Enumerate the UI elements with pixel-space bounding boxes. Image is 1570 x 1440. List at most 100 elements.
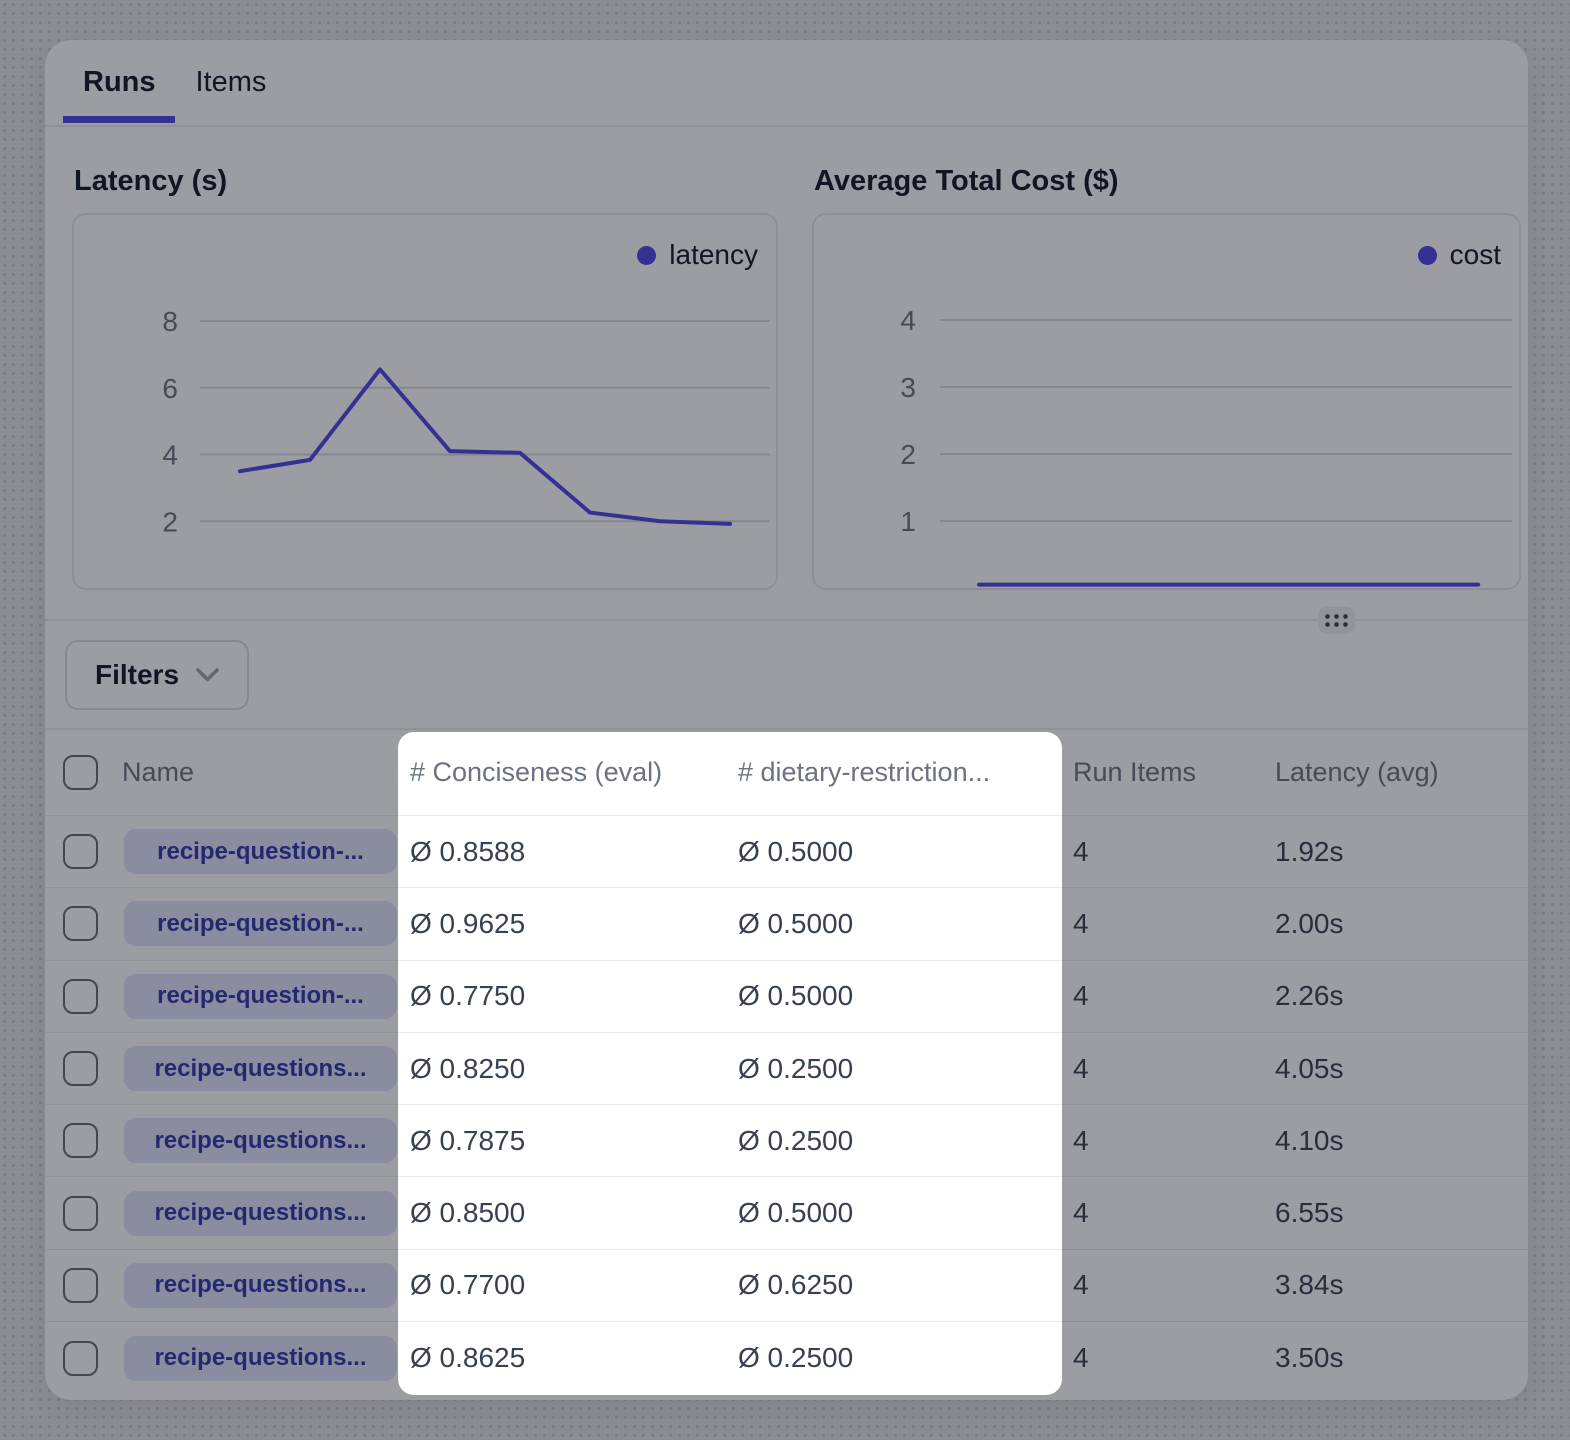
run-items-cell: 4 (1062, 1269, 1265, 1301)
run-items-cell: 4 (1062, 1053, 1265, 1085)
cost-legend: cost (1418, 239, 1501, 271)
table-row[interactable]: recipe-question-...Ø 0.7750Ø 0.500042.26… (45, 961, 1528, 1033)
conciseness-score-cell: Ø 0.7875 (398, 1125, 738, 1157)
dietary-restriction-score-cell: Ø 0.5000 (738, 980, 1062, 1012)
run-name-cell: recipe-questions... (120, 1336, 398, 1381)
table-row[interactable]: recipe-questions...Ø 0.8250Ø 0.250044.05… (45, 1033, 1528, 1105)
chevron-down-icon (196, 668, 219, 682)
row-checkbox[interactable] (63, 1268, 98, 1303)
svg-text:2: 2 (900, 439, 916, 470)
run-name-cell: recipe-question-... (120, 901, 398, 946)
run-name-badge[interactable]: recipe-questions... (124, 1191, 397, 1236)
conciseness-score-cell: Ø 0.9625 (398, 908, 738, 940)
cost-chart-block: Average Total Cost ($) 4 3 2 1 cost (812, 163, 1521, 619)
run-items-cell: 4 (1062, 980, 1265, 1012)
table-body: recipe-question-...Ø 0.8588Ø 0.500041.92… (45, 816, 1528, 1394)
latency-chart: 8 6 4 2 latency (72, 213, 778, 590)
latency-legend-label: latency (669, 239, 758, 271)
run-name-cell: recipe-question-... (120, 974, 398, 1019)
column-header-conciseness: # Conciseness (eval) (398, 757, 738, 788)
run-name-badge[interactable]: recipe-question-... (124, 901, 397, 946)
latency-chart-block: Latency (s) 8 6 4 2 latency (72, 163, 778, 619)
svg-text:4: 4 (900, 305, 916, 336)
filters-button-label: Filters (95, 659, 179, 691)
dietary-restriction-score-cell: Ø 0.2500 (738, 1342, 1062, 1374)
latency-legend: latency (637, 239, 758, 271)
select-all-checkbox[interactable] (63, 755, 98, 790)
table-row[interactable]: recipe-question-...Ø 0.8588Ø 0.500041.92… (45, 816, 1528, 888)
table-row[interactable]: recipe-questions...Ø 0.8500Ø 0.500046.55… (45, 1177, 1528, 1249)
run-name-cell: recipe-questions... (120, 1046, 398, 1091)
latency-avg-cell: 4.05s (1265, 1053, 1528, 1085)
row-checkbox[interactable] (63, 979, 98, 1014)
run-name-badge[interactable]: recipe-questions... (124, 1046, 397, 1091)
row-checkbox[interactable] (63, 906, 98, 941)
table-row[interactable]: recipe-questions...Ø 0.7875Ø 0.250044.10… (45, 1105, 1528, 1177)
row-checkbox[interactable] (63, 1051, 98, 1086)
latency-avg-cell: 3.50s (1265, 1342, 1528, 1374)
run-items-cell: 4 (1062, 1125, 1265, 1157)
run-items-cell: 4 (1062, 836, 1265, 868)
row-select-cell (45, 906, 120, 941)
tab-bar: Runs Items (45, 40, 1528, 127)
latency-chart-title: Latency (s) (72, 163, 778, 199)
panel-resize-handle[interactable] (1318, 607, 1355, 634)
svg-text:4: 4 (162, 440, 178, 471)
row-select-cell (45, 1123, 120, 1158)
run-name-cell: recipe-questions... (120, 1263, 398, 1308)
conciseness-score-cell: Ø 0.8500 (398, 1197, 738, 1229)
latency-legend-dot-icon (637, 246, 656, 265)
runs-panel: Runs Items Latency (s) 8 6 4 2 latency Aver… (45, 40, 1528, 1400)
dietary-restriction-score-cell: Ø 0.2500 (738, 1125, 1062, 1157)
table-header-row: Name # Conciseness (eval) # dietary-rest… (45, 730, 1528, 816)
tab-items[interactable]: Items (196, 40, 267, 125)
svg-text:6: 6 (162, 373, 178, 404)
table-row[interactable]: recipe-question-...Ø 0.9625Ø 0.500042.00… (45, 888, 1528, 960)
row-checkbox[interactable] (63, 834, 98, 869)
conciseness-score-cell: Ø 0.8250 (398, 1053, 738, 1085)
row-select-cell (45, 1341, 120, 1376)
cost-line-chart: 4 3 2 1 (814, 215, 1519, 588)
column-header-latency-avg: Latency (avg) (1265, 757, 1528, 788)
svg-text:8: 8 (162, 306, 178, 337)
svg-text:2: 2 (162, 506, 178, 537)
select-all-cell (45, 755, 120, 790)
run-name-cell: recipe-questions... (120, 1118, 398, 1163)
row-checkbox[interactable] (63, 1123, 98, 1158)
row-select-cell (45, 1196, 120, 1231)
row-checkbox[interactable] (63, 1341, 98, 1376)
svg-text:3: 3 (900, 372, 916, 403)
column-header-dietary-restriction: # dietary-restriction... (738, 757, 1062, 788)
filters-button[interactable]: Filters (65, 640, 249, 710)
run-name-badge[interactable]: recipe-questions... (124, 1336, 397, 1381)
table-row[interactable]: recipe-questions...Ø 0.7700Ø 0.625043.84… (45, 1250, 1528, 1322)
column-header-run-items: Run Items (1062, 757, 1265, 788)
row-select-cell (45, 979, 120, 1014)
filters-toolbar: Filters (45, 621, 1528, 730)
tab-runs[interactable]: Runs (83, 40, 156, 125)
row-checkbox[interactable] (63, 1196, 98, 1231)
run-name-cell: recipe-questions... (120, 1191, 398, 1236)
run-name-badge[interactable]: recipe-question-... (124, 829, 397, 874)
charts-section: Latency (s) 8 6 4 2 latency Average Total C… (45, 127, 1528, 621)
run-name-badge[interactable]: recipe-questions... (124, 1118, 397, 1163)
conciseness-score-cell: Ø 0.7700 (398, 1269, 738, 1301)
dietary-restriction-score-cell: Ø 0.5000 (738, 836, 1062, 868)
grip-dots-icon (1324, 613, 1349, 628)
dietary-restriction-score-cell: Ø 0.5000 (738, 908, 1062, 940)
table-row[interactable]: recipe-questions...Ø 0.8625Ø 0.250043.50… (45, 1322, 1528, 1394)
run-name-badge[interactable]: recipe-questions... (124, 1263, 397, 1308)
dietary-restriction-score-cell: Ø 0.5000 (738, 1197, 1062, 1229)
run-items-cell: 4 (1062, 1342, 1265, 1374)
conciseness-score-cell: Ø 0.7750 (398, 980, 738, 1012)
column-header-name: Name (120, 757, 398, 788)
row-select-cell (45, 1051, 120, 1086)
cost-legend-label: cost (1450, 239, 1501, 271)
runs-table: Name # Conciseness (eval) # dietary-rest… (45, 730, 1528, 1394)
dietary-restriction-score-cell: Ø 0.2500 (738, 1053, 1062, 1085)
svg-text:1: 1 (900, 506, 916, 537)
conciseness-score-cell: Ø 0.8625 (398, 1342, 738, 1374)
cost-chart-title: Average Total Cost ($) (812, 163, 1521, 199)
latency-avg-cell: 2.00s (1265, 908, 1528, 940)
run-name-badge[interactable]: recipe-question-... (124, 974, 397, 1019)
